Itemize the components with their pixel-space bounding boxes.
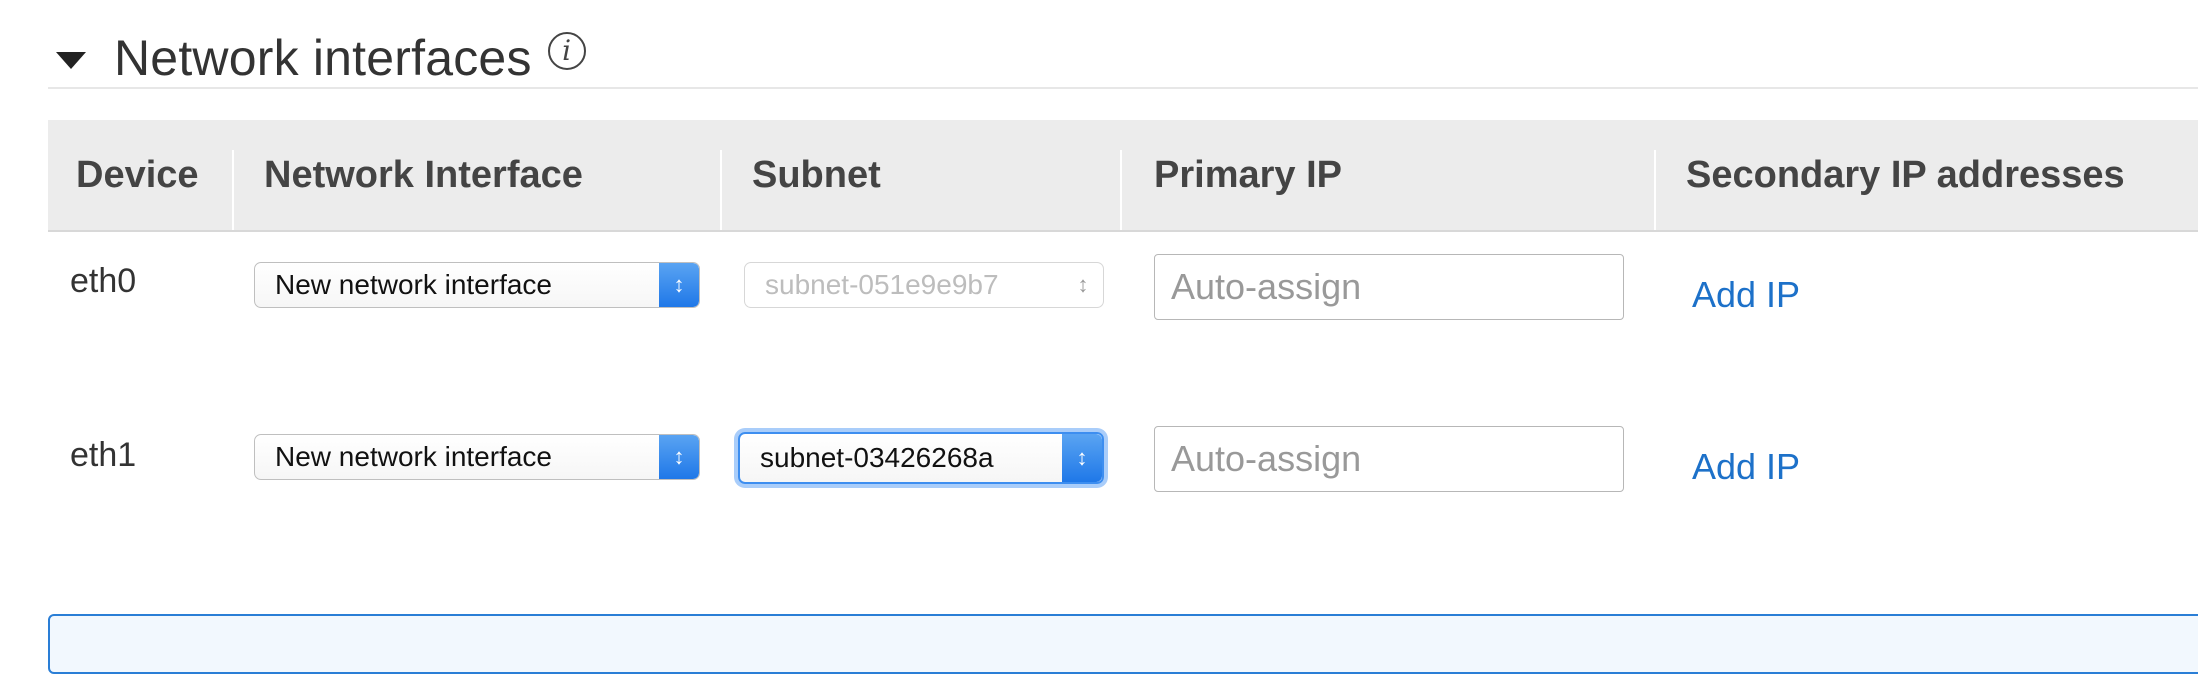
section-title: Network interfaces bbox=[114, 30, 532, 86]
column-separator bbox=[720, 150, 722, 230]
add-ip-link[interactable]: Add IP bbox=[1692, 274, 1800, 316]
subnet-select-value: subnet-03426268a bbox=[760, 442, 994, 473]
primary-ip-input[interactable] bbox=[1154, 426, 1624, 492]
device-label: eth1 bbox=[70, 436, 137, 474]
add-ip-link[interactable]: Add IP bbox=[1692, 446, 1800, 488]
column-header-network-interface: Network Interface bbox=[264, 153, 583, 196]
network-interface-select-value: New network interface bbox=[275, 441, 553, 472]
up-down-chevron-icon: ↕ bbox=[1077, 272, 1089, 297]
column-separator bbox=[1120, 150, 1122, 230]
table-header: Device Network Interface Subnet Primary … bbox=[48, 120, 2198, 232]
up-down-chevron-icon: ↕ bbox=[659, 263, 699, 307]
section-header: Network interfaces i bbox=[56, 22, 586, 94]
subnet-select: subnet-051e9e9b7 ↕ bbox=[744, 262, 1104, 308]
subnet-select-value: subnet-051e9e9b7 bbox=[765, 269, 999, 300]
device-label: eth0 bbox=[70, 262, 137, 300]
column-header-subnet: Subnet bbox=[752, 153, 881, 196]
info-icon[interactable]: i bbox=[547, 32, 586, 70]
table-row: eth0 New network interface ↕ subnet-051e… bbox=[48, 250, 2198, 370]
column-separator bbox=[232, 150, 234, 230]
network-interface-select[interactable]: New network interface ↕ bbox=[254, 434, 700, 480]
network-interface-select-value: New network interface bbox=[275, 269, 553, 300]
table-row: eth1 New network interface ↕ subnet-0342… bbox=[48, 422, 2198, 542]
subnet-select[interactable]: subnet-03426268a ↕ bbox=[738, 432, 1104, 484]
section-divider bbox=[48, 87, 2198, 89]
network-interface-select[interactable]: New network interface ↕ bbox=[254, 262, 700, 308]
column-header-secondary-ip: Secondary IP addresses bbox=[1686, 153, 2125, 196]
column-separator bbox=[1654, 150, 1656, 230]
up-down-chevron-icon: ↕ bbox=[1062, 434, 1102, 482]
primary-ip-input[interactable] bbox=[1154, 254, 1624, 320]
column-header-primary-ip: Primary IP bbox=[1154, 153, 1342, 196]
info-alert-box bbox=[48, 614, 2198, 674]
caret-down-icon[interactable] bbox=[56, 51, 86, 69]
up-down-chevron-icon: ↕ bbox=[659, 435, 699, 479]
column-header-device: Device bbox=[76, 153, 199, 196]
